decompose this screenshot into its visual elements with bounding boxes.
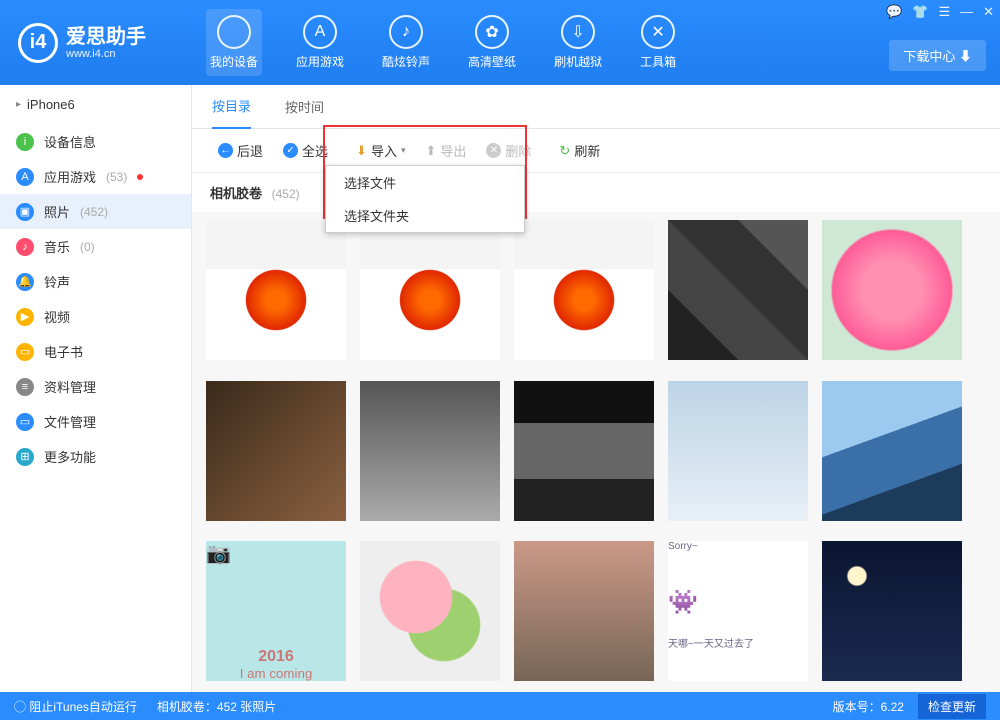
itunes-block-toggle[interactable]: ◯ 阻止iTunes自动运行: [14, 698, 137, 715]
top-nav: 我的设备 A应用游戏 ♪酷炫铃声 ✿高清壁纸 ⇩刷机越狱 ✕工具箱: [200, 9, 680, 76]
sidebar-item-照片[interactable]: ▣照片(452): [0, 194, 191, 229]
sidebar-item-应用游戏[interactable]: A应用游戏(53): [0, 159, 191, 194]
dropdown-item[interactable]: 选择文件: [326, 166, 524, 199]
photo-thumb[interactable]: [514, 381, 654, 521]
tab-按目录[interactable]: 按目录: [212, 84, 251, 129]
photo-thumb[interactable]: [514, 220, 654, 360]
refresh-button[interactable]: ↻刷新: [551, 137, 608, 164]
import-button[interactable]: ⬇导入▾: [348, 137, 413, 164]
check-update-button[interactable]: 检查更新: [918, 694, 986, 719]
album-count: (452): [272, 187, 300, 201]
delete-button[interactable]: ✕删除: [478, 137, 539, 164]
window-controls: 💬 👕 ☰ — ✕: [886, 4, 994, 20]
photo-thumb[interactable]: [822, 381, 962, 521]
download-center-button[interactable]: 下载中心 ⬇: [889, 40, 986, 71]
photo-thumb[interactable]: [668, 220, 808, 360]
nav-工具箱[interactable]: ✕工具箱: [636, 9, 680, 76]
win-control-icon[interactable]: 👕: [912, 4, 928, 20]
status-bar: ◯ 阻止iTunes自动运行 相机胶卷：452 张照片 版本号：6.22 检查更…: [0, 692, 1000, 720]
sidebar-item-视频[interactable]: ▶视频: [0, 299, 191, 334]
nav-酷炫铃声[interactable]: ♪酷炫铃声: [378, 9, 434, 76]
nav-高清壁纸[interactable]: ✿高清壁纸: [464, 9, 520, 76]
win-control-icon[interactable]: ☰: [938, 4, 950, 20]
win-control-icon[interactable]: ✕: [983, 4, 994, 20]
photo-thumb[interactable]: [360, 541, 500, 681]
photo-thumb[interactable]: 📷2016I am coming: [206, 541, 346, 681]
tab-按时间[interactable]: 按时间: [285, 85, 324, 128]
sidebar-item-资料管理[interactable]: ≡资料管理: [0, 369, 191, 404]
sidebar-item-电子书[interactable]: ▭电子书: [0, 334, 191, 369]
photo-thumb[interactable]: [206, 220, 346, 360]
sidebar-item-更多功能[interactable]: ⊞更多功能: [0, 439, 191, 474]
content-area: 按目录按时间 ←后退 ✓全选 ⬇导入▾ ⬆导出 ✕删除 ↻刷新 选择文件选择文件…: [192, 85, 1000, 692]
photo-thumb[interactable]: Sorry~👾天哪~一天又过去了: [668, 541, 808, 681]
dropdown-item[interactable]: 选择文件夹: [326, 199, 524, 232]
photo-thumb[interactable]: [360, 381, 500, 521]
album-name: 相机胶卷: [210, 186, 262, 201]
logo-url: www.i4.cn: [66, 48, 146, 60]
toolbar: ←后退 ✓全选 ⬇导入▾ ⬆导出 ✕删除 ↻刷新 选择文件选择文件夹: [192, 129, 1000, 173]
album-header: 相机胶卷 (452): [192, 173, 1000, 212]
logo: i4 爱思助手 www.i4.cn: [0, 23, 200, 63]
sidebar: iPhone6 i设备信息A应用游戏(53)▣照片(452)♪音乐(0)🔔铃声▶…: [0, 85, 192, 692]
view-tabs: 按目录按时间: [192, 85, 1000, 129]
sidebar-item-文件管理[interactable]: ▭文件管理: [0, 404, 191, 439]
version-label: 版本号：6.22: [833, 698, 904, 715]
sidebar-item-音乐[interactable]: ♪音乐(0): [0, 229, 191, 264]
logo-icon: i4: [18, 23, 58, 63]
photo-thumb[interactable]: [822, 541, 962, 681]
photo-grid: 📷2016I am coming Sorry~👾天哪~一天又过去了: [192, 212, 1000, 692]
nav-刷机越狱[interactable]: ⇩刷机越狱: [550, 9, 606, 76]
status-album-info: 相机胶卷：452 张照片: [157, 698, 276, 715]
nav-应用游戏[interactable]: A应用游戏: [292, 9, 348, 76]
nav-我的设备[interactable]: 我的设备: [206, 9, 262, 76]
photo-thumb[interactable]: [668, 381, 808, 521]
device-name[interactable]: iPhone6: [0, 85, 191, 124]
photo-thumb[interactable]: [822, 220, 962, 360]
logo-text: 爱思助手: [66, 26, 146, 48]
app-header: i4 爱思助手 www.i4.cn 我的设备 A应用游戏 ♪酷炫铃声 ✿高清壁纸 ⇩刷机…: [0, 0, 1000, 85]
win-control-icon[interactable]: —: [960, 4, 973, 20]
export-button[interactable]: ⬆导出: [417, 137, 474, 164]
photo-thumb[interactable]: [514, 541, 654, 681]
back-button[interactable]: ←后退: [210, 137, 271, 164]
sidebar-item-设备信息[interactable]: i设备信息: [0, 124, 191, 159]
selectall-button[interactable]: ✓全选: [275, 137, 336, 164]
photo-thumb[interactable]: [360, 220, 500, 360]
win-control-icon[interactable]: 💬: [886, 4, 902, 20]
sidebar-item-铃声[interactable]: 🔔铃声: [0, 264, 191, 299]
import-dropdown: 选择文件选择文件夹: [325, 165, 525, 233]
photo-thumb[interactable]: [206, 381, 346, 521]
